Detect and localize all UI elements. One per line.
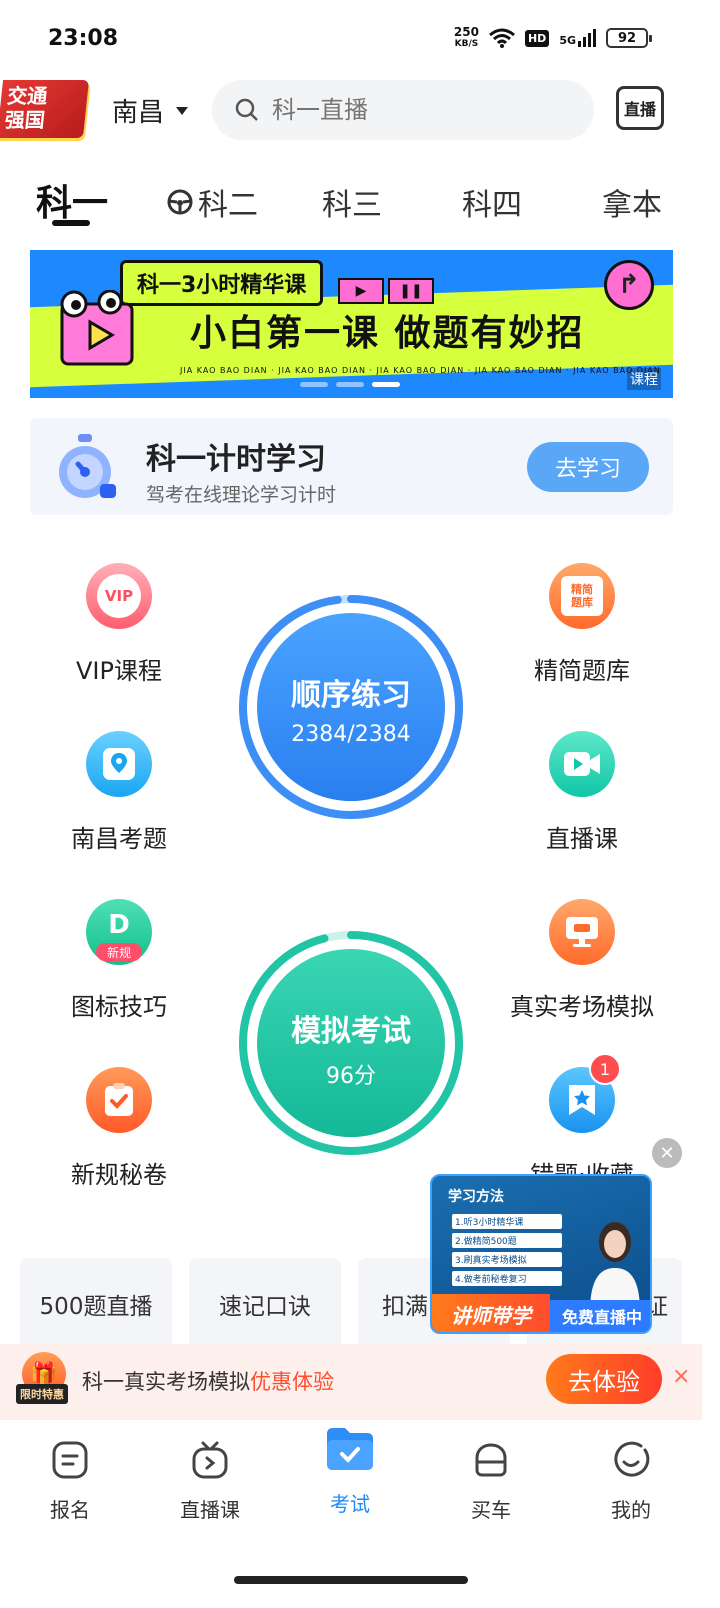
live-tv-button[interactable]: 直播 [616,86,664,130]
practice-title: 顺序练习 [291,678,411,713]
banner-course-tag: 课程 [627,368,661,390]
smile-icon [614,1441,650,1477]
search-icon [235,98,258,121]
live-tv-icon-label: 直播 [623,100,656,119]
quick-500-live[interactable]: 500题直播 [20,1258,172,1350]
local-questions-label: 南昌考题 [71,825,167,853]
hd-icon: HD [524,29,550,47]
promo-text: 科一真实考场模拟优惠体验 [82,1370,334,1394]
banner-footer-text: JIA KAO BAO DIAN · JIA KAO BAO DIAN · JI… [180,366,661,375]
exam-title: 模拟考试 [291,1014,411,1049]
play-icon: ▶ [338,278,384,304]
search-input[interactable] [272,96,572,124]
live-course-item[interactable]: 直播课 [482,731,682,854]
app-screen: 23:08 250 KB/S HD 5G 92 交通 强国 南昌 直播 科一 科… [0,0,720,1608]
close-video-button[interactable]: ✕ [652,1138,682,1168]
live-course-label: 直播课 [546,825,618,853]
video-steps: 1.听3小时精华课 2.做精简500题 3.刷真实考场模拟 4.做考前秘卷复习 [452,1214,562,1290]
exam-folder-icon [327,1428,373,1470]
map-pin-icon [86,731,152,797]
lecturer-illustration [590,1222,640,1312]
steering-wheel-icon [167,189,193,215]
car-icon [475,1443,507,1477]
nav-live-course[interactable]: 直播课 [160,1440,260,1523]
new-rule-badge: 新规 [96,943,142,961]
timer-study-title: 科一计时学习 [146,442,326,477]
tab-license[interactable]: 拿本 [602,180,662,224]
secret-paper-item[interactable]: 新规秘卷 [19,1067,219,1190]
try-now-button[interactable]: 去体验 [546,1354,662,1404]
nav-profile[interactable]: 我的 [581,1440,681,1523]
go-study-button[interactable]: 去学习 [527,442,649,492]
mascot-illustration [60,290,134,366]
search-bar[interactable] [212,80,594,140]
video-title: 学习方法 [448,1189,504,1205]
sequential-practice-button[interactable]: 顺序练习 2384/2384 [238,594,464,820]
question-bank-label: 精简题库 [534,657,630,685]
city-label: 南昌 [112,98,165,128]
exam-score-text: 96分 [326,1064,376,1089]
signup-icon [52,1441,88,1479]
nav-exam[interactable]: 考试 [300,1422,400,1517]
question-bank-icon: 精简 题库 [549,563,615,629]
nav-signup[interactable]: 报名 [20,1440,120,1523]
banner-headline: 小白第一课 做题有妙招 [190,313,585,354]
stopwatch-icon [59,434,116,498]
wifi-icon [489,28,515,48]
video-camera-icon [549,731,615,797]
net-speed: 250 KB/S [453,25,479,49]
turn-arrow-icon: ↱ [604,260,654,310]
pause-icon: ❚❚ [388,278,434,304]
vip-icon: VIP [86,563,152,629]
sign-tips-icon: D 新规 [86,899,152,965]
clipboard-check-icon [86,1067,152,1133]
sign-tips-label: 图标技巧 [71,993,167,1021]
home-indicator [234,1576,468,1584]
signal-icon: 5G [559,29,596,47]
free-live-tag: 免费直播中 [550,1300,650,1332]
tab-ke4[interactable]: 科四 [462,180,522,224]
monitor-icon [549,899,615,965]
city-selector[interactable]: 南昌 [112,92,189,129]
real-exam-sim-item[interactable]: 真实考场模拟 [482,899,682,1022]
vip-course-item[interactable]: VIP VIP课程 [19,563,219,686]
caret-down-icon [176,106,189,115]
quick-mnemonics[interactable]: 速记口诀 [189,1258,341,1350]
mistakes-favorites-item[interactable]: 1 错题·收藏 [482,1053,682,1190]
secret-paper-label: 新规秘卷 [71,1161,167,1189]
lecturer-tag: 讲师带学 [432,1294,550,1332]
floating-live-video[interactable]: 学习方法 1.听3小时精华课 2.做精简500题 3.刷真实考场模拟 4.做考前… [430,1174,652,1334]
nav-buy-car[interactable]: 买车 [441,1440,541,1523]
tab-ke2[interactable]: 科二 [166,180,258,224]
status-time: 23:08 [48,26,119,51]
mistakes-count-badge: 1 [589,1053,621,1085]
practice-progress-text: 2384/2384 [291,722,411,747]
banner-pagination [300,382,400,387]
app-logo[interactable]: 交通 强国 [0,80,90,138]
vip-course-label: VIP课程 [76,657,162,685]
limited-offer-tag: 限时特惠 [16,1384,68,1404]
question-bank-item[interactable]: 精简 题库 精简题库 [482,563,682,686]
battery-icon: 92 [606,28,652,48]
subject-tabs: 科一 科二 科三 科四 拿本 [0,172,720,232]
banner-course-pill: 科一3小时精华课 [120,260,324,306]
banner-play-controls: ▶ ❚❚ [338,278,434,304]
local-questions-item[interactable]: 南昌考题 [19,731,219,854]
close-promo-icon[interactable]: × [672,1364,690,1389]
real-exam-sim-label: 真实考场模拟 [510,993,654,1021]
tab-ke1[interactable]: 科一 [36,174,108,226]
mock-exam-button[interactable]: 模拟考试 96分 [238,930,464,1156]
tv-icon [192,1441,228,1479]
active-tab-indicator [52,220,90,226]
status-icons: 250 KB/S HD 5G 92 [453,25,652,50]
timer-study-subtitle: 驾考在线理论学习计时 [146,484,337,506]
bookmark-star-icon: 1 [549,1053,621,1133]
sign-tips-item[interactable]: D 新规 图标技巧 [19,899,219,1022]
tab-ke3[interactable]: 科三 [322,180,382,224]
